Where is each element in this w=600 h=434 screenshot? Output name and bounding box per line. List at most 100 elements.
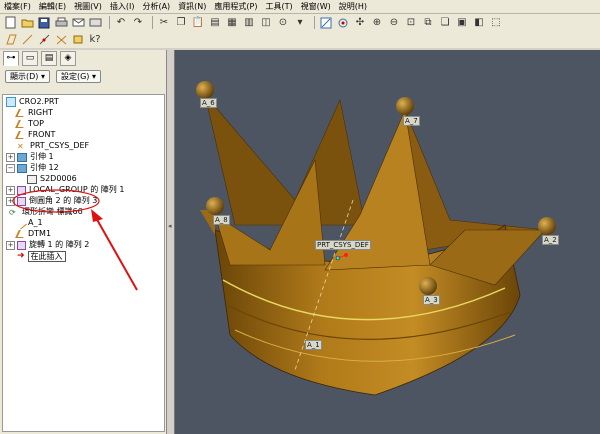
repaint-icon[interactable] (319, 16, 333, 30)
tree-item-pattern-3[interactable]: + 倒圓角 2 的 陣列 3 (6, 196, 97, 206)
tree-item-label: 在此插入 (27, 250, 66, 262)
tree-item-sketch[interactable]: S2D0006 (27, 174, 77, 184)
menu-tools[interactable]: 工具(T) (262, 0, 297, 13)
reorient-icon[interactable]: ⧉ (421, 16, 435, 30)
tree-item-top[interactable]: TOP (15, 119, 45, 129)
undo-icon[interactable]: ↶ (114, 16, 128, 30)
menu-file[interactable]: 檔案(F) (0, 0, 35, 13)
tree-item-root[interactable]: CRO2.PRT (6, 97, 59, 107)
save-icon[interactable] (37, 16, 51, 30)
collapse-toggle[interactable]: − (6, 163, 15, 173)
zoom-out-icon[interactable]: ⊖ (387, 16, 401, 30)
model-tree: CRO2.PRT RIGHT TOP FRONT ✕ PRT_CSYS_DEF … (2, 94, 165, 432)
crown-model[interactable] (175, 50, 600, 434)
axis-label: A_7 (403, 116, 420, 126)
tree-item-pattern-2[interactable]: + 旋轉 1 的 陣列 2 (6, 240, 89, 250)
tree-item-csys[interactable]: ✕ PRT_CSYS_DEF (17, 141, 89, 151)
tree-item-pattern-1[interactable]: + LOCAL_GROUP 的 陣列 1 (6, 185, 124, 195)
sketch-icon (27, 174, 37, 184)
tree-item-label: 倒圓角 2 的 陣列 3 (29, 196, 98, 205)
open-folder-icon[interactable] (20, 16, 34, 30)
collapse-arrow-icon[interactable]: ◂ (168, 222, 172, 230)
paste-special-icon[interactable]: ▤ (208, 16, 222, 30)
tree-item-front[interactable]: FRONT (15, 130, 56, 140)
spin-center-icon[interactable] (336, 16, 350, 30)
tree-item-label: 環形折彎 標識66 (22, 207, 83, 216)
axis-label: A_1 (305, 340, 322, 350)
pattern-icon (17, 185, 26, 195)
regenerate-icon[interactable]: ▦ (225, 16, 239, 30)
email-icon[interactable] (71, 16, 85, 30)
tree-item-right[interactable]: RIGHT (15, 108, 53, 118)
menu-edit[interactable]: 編輯(E) (35, 0, 70, 13)
print-icon[interactable] (54, 16, 68, 30)
csys-label: PRT_CSYS_DEF (315, 240, 371, 250)
paste-icon[interactable]: 📋 (191, 16, 205, 30)
model-display-icon[interactable]: ⬚ (489, 16, 503, 30)
expand-toggle[interactable]: + (6, 240, 15, 250)
binoculars-icon[interactable]: ⊙ (276, 16, 290, 30)
menu-applications[interactable]: 應用程式(P) (210, 0, 261, 13)
shading-icon[interactable]: ◧ (472, 16, 486, 30)
find-icon[interactable]: ▥ (242, 16, 256, 30)
datum-axis-icon[interactable] (20, 33, 34, 47)
menu-info[interactable]: 資訊(N) (174, 0, 210, 13)
context-help-icon[interactable]: k? (88, 33, 102, 47)
select-icon[interactable]: ◫ (259, 16, 273, 30)
datum-plane-icon[interactable] (3, 33, 17, 47)
menu-help[interactable]: 說明(H) (335, 0, 371, 13)
tree-item-toroidal-bend[interactable]: ⟳ 環形折彎 標識66 (9, 207, 83, 217)
tree-item-extrude-1[interactable]: + 引伸 1 (6, 152, 54, 162)
link-icon[interactable] (88, 16, 102, 30)
menu-window[interactable]: 視窗(W) (297, 0, 335, 13)
display-dropdown[interactable]: 顯示(D) ▾ (5, 69, 50, 83)
redo-icon[interactable]: ↷ (131, 16, 145, 30)
expand-toggle[interactable]: + (6, 196, 15, 206)
zoom-in-icon[interactable]: ⊕ (370, 16, 384, 30)
tree-item-extrude-12[interactable]: − 引伸 12 (6, 163, 59, 173)
axis-label: A_2 (542, 235, 559, 245)
tab-web[interactable]: ◈ (60, 50, 76, 66)
panel-splitter[interactable]: ◂ (167, 50, 175, 434)
expand-toggle[interactable]: + (6, 185, 15, 195)
graphics-viewport[interactable]: A_6 A_7 A_8 A_2 A_3 PRT_CSYS_DEF A_1 (175, 50, 600, 434)
tree-item-insert-here[interactable]: ➜ 在此插入 (17, 250, 66, 262)
menu-view[interactable]: 視圖(V) (70, 0, 106, 13)
tree-item-dtm1[interactable]: DTM1 (15, 229, 52, 239)
settings-dropdown[interactable]: 設定(G) ▾ (55, 69, 101, 83)
tab-model-tree[interactable]: ⊶ (3, 50, 19, 66)
menu-insert[interactable]: 插入(I) (106, 0, 139, 13)
refit-icon[interactable]: ⊡ (404, 16, 418, 30)
toolbar-separator (314, 16, 315, 29)
saved-views-icon[interactable]: ❏ (438, 16, 452, 30)
datum-plane-icon (15, 131, 27, 139)
tree-item-label: DTM1 (28, 229, 52, 238)
insert-arrow-icon: ➜ (17, 251, 25, 261)
tree-item-label: TOP (28, 119, 45, 128)
datum-csys-icon[interactable] (54, 33, 68, 47)
cut-icon[interactable]: ✂ (157, 16, 171, 30)
expand-toggle[interactable]: + (6, 152, 15, 162)
extrude-icon (17, 163, 27, 173)
layers-icon[interactable]: ▣ (455, 16, 469, 30)
tree-item-label: A_1 (28, 218, 43, 227)
datum-curve-icon[interactable] (71, 33, 85, 47)
tab-favorites[interactable]: ▤ (41, 50, 57, 66)
dropdown-icon[interactable]: ▾ (293, 16, 307, 30)
toroidal-bend-icon: ⟳ (9, 207, 16, 217)
tab-folder-browser[interactable]: ▭ (22, 50, 38, 66)
axis-label: A_6 (200, 98, 217, 108)
orient-icon[interactable]: ✣ (353, 16, 367, 30)
datum-point-icon[interactable] (37, 33, 51, 47)
copy-icon[interactable]: ❐ (174, 16, 188, 30)
toolbar-separator (152, 16, 153, 29)
pattern-icon (17, 240, 26, 250)
new-file-icon[interactable] (3, 16, 17, 30)
model-tree-panel: ⊶ ▭ ▤ ◈ 顯示(D) ▾ 設定(G) ▾ CRO2.PRT RIGHT T… (0, 50, 167, 434)
menu-analysis[interactable]: 分析(A) (138, 0, 174, 13)
tree-item-axis[interactable]: A_1 (15, 216, 43, 230)
tree-item-label: FRONT (28, 130, 56, 139)
datum-toolbar: k? (0, 31, 600, 48)
tree-item-label: 引伸 12 (30, 163, 59, 172)
tree-item-label: 旋轉 1 的 陣列 2 (29, 240, 90, 249)
